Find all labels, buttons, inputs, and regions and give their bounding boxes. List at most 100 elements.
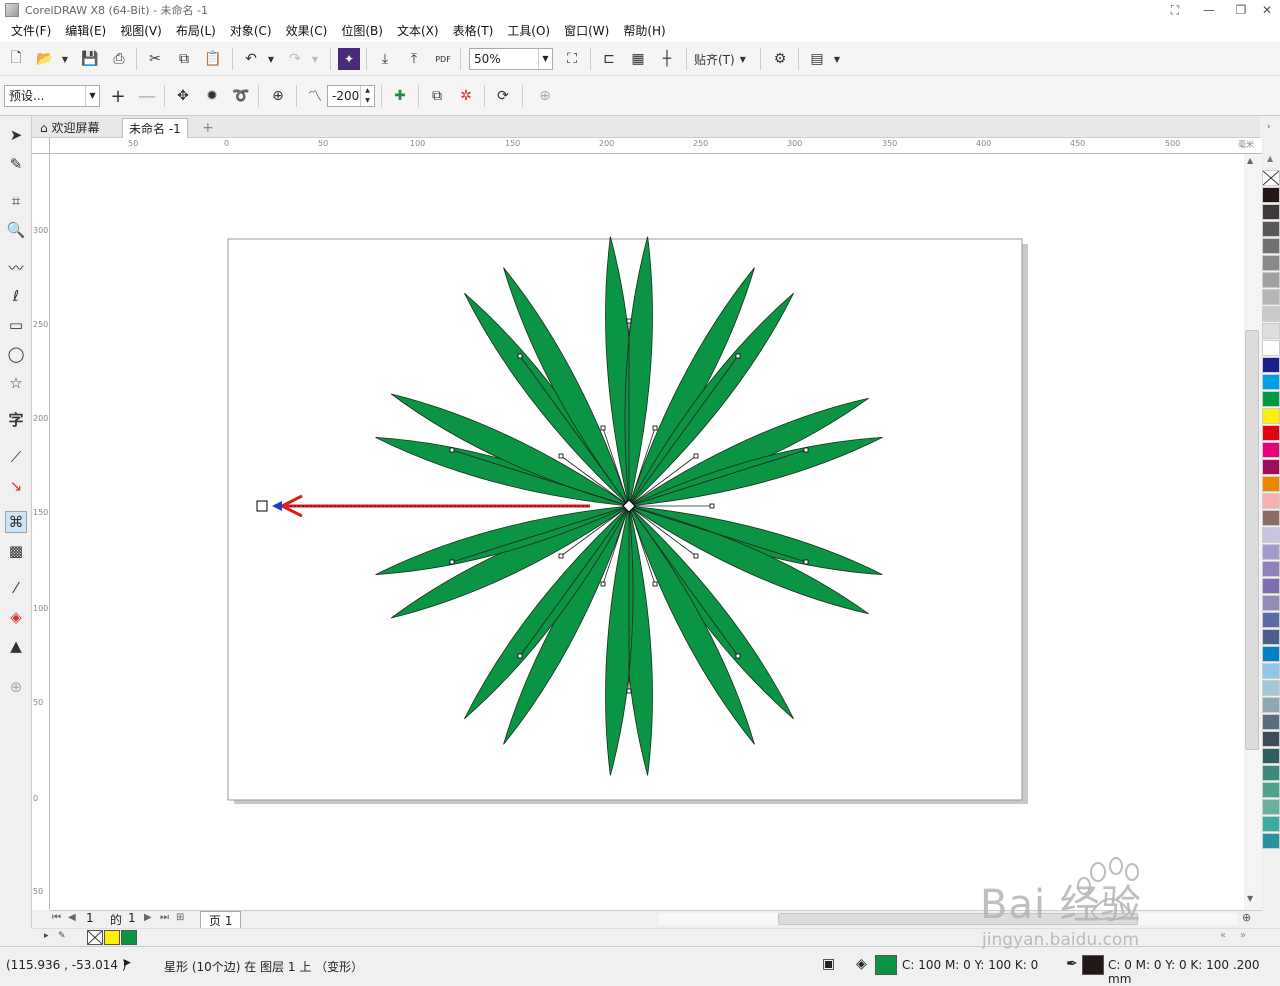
undo-icon[interactable]: ↶	[240, 48, 262, 70]
palette-swatch[interactable]	[1262, 612, 1280, 628]
show-rulers-icon[interactable]: ⊏	[598, 48, 620, 70]
palette-swatch[interactable]	[1262, 187, 1280, 203]
control-node[interactable]	[600, 425, 606, 431]
cut-icon[interactable]: ✂	[144, 48, 166, 70]
menu-layout[interactable]: 布局(L)	[169, 20, 223, 42]
palette-swatch[interactable]	[1262, 493, 1280, 509]
freehand-tool-icon[interactable]: 〰	[5, 256, 27, 278]
palette-swatch[interactable]	[1262, 374, 1280, 390]
palette-swatch[interactable]	[1262, 799, 1280, 815]
control-node[interactable]	[803, 447, 809, 453]
new-document-icon[interactable]: 🗋	[5, 48, 27, 70]
palette-swatch[interactable]	[1262, 238, 1280, 254]
control-node[interactable]	[449, 447, 455, 453]
next-page-icon[interactable]: ▶	[144, 912, 152, 923]
zipper-distortion-icon[interactable]: ✹	[201, 85, 223, 107]
green-swatch[interactable]	[121, 930, 137, 945]
connector-tool-icon[interactable]: ↘	[5, 475, 27, 497]
distortion-start-handle[interactable]	[256, 500, 268, 512]
launcher-dropdown-icon[interactable]: ▼	[826, 48, 848, 70]
control-node[interactable]	[517, 353, 523, 359]
twister-distortion-icon[interactable]: ➰	[230, 85, 252, 107]
polygon-tool-icon[interactable]: ☆	[5, 372, 27, 394]
tab-document[interactable]: 未命名 -1	[122, 118, 188, 138]
eyedropper-tool-icon[interactable]: ⁄	[5, 577, 27, 599]
open-dropdown-icon[interactable]: ▼	[54, 48, 76, 70]
full-screen-icon[interactable]: ⛶	[561, 48, 583, 70]
application-launcher-icon[interactable]: ▤	[806, 48, 828, 70]
distort-tool-icon[interactable]: ⌘	[5, 511, 27, 533]
menu-edit[interactable]: 编辑(E)	[58, 20, 113, 42]
search-content-icon[interactable]: ✦	[338, 48, 360, 70]
publish-pdf-icon[interactable]: PDF	[432, 48, 454, 70]
add-new-distortion-icon[interactable]: ✚	[389, 85, 411, 107]
prev-page-icon[interactable]: ◀	[68, 912, 76, 923]
palette-swatch[interactable]	[1262, 442, 1280, 458]
tab-welcome-screen[interactable]: ⌂ 欢迎屏幕	[34, 118, 105, 138]
save-icon[interactable]: 💾	[79, 48, 101, 70]
control-node[interactable]	[600, 581, 606, 587]
copy-distortion-icon[interactable]: ⧉	[426, 85, 448, 107]
quick-customize-icon[interactable]: ⊕	[5, 676, 27, 698]
palette-swatch[interactable]	[1262, 425, 1280, 441]
shape-tool-icon[interactable]: ✎	[5, 153, 27, 175]
ellipse-tool-icon[interactable]: ◯	[5, 343, 27, 365]
control-node[interactable]	[735, 353, 741, 359]
artistic-media-icon[interactable]: ℓ	[5, 285, 27, 307]
horizontal-scrollbar[interactable]	[658, 913, 1238, 925]
outline-color-swatch[interactable]	[1082, 955, 1104, 975]
palette-swatch[interactable]	[1262, 731, 1280, 747]
copy-icon[interactable]: ⧉	[173, 48, 195, 70]
vertical-scroll-thumb[interactable]	[1245, 330, 1259, 750]
control-node[interactable]	[558, 553, 564, 559]
menu-effects[interactable]: 效果(C)	[279, 20, 335, 42]
horizontal-scroll-thumb[interactable]	[778, 913, 1138, 925]
show-grid-icon[interactable]: ▦	[627, 48, 649, 70]
palette-swatch[interactable]	[1262, 544, 1280, 560]
palette-swatch[interactable]	[1262, 221, 1280, 237]
center-distortion-icon[interactable]: ⊕	[267, 85, 289, 107]
text-tool-icon[interactable]: 字	[5, 408, 27, 430]
eyedropper-icon[interactable]: ✎	[58, 931, 66, 941]
add-preset-icon[interactable]: +	[107, 85, 129, 107]
palette-swatch[interactable]	[1262, 629, 1280, 645]
options-gear-icon[interactable]: ⚙	[769, 48, 791, 70]
control-node[interactable]	[803, 559, 809, 565]
menu-window[interactable]: 窗口(W)	[557, 20, 616, 42]
minimize-button[interactable]: —	[1194, 0, 1224, 20]
palette-arrow-icon[interactable]: ▸	[44, 931, 49, 941]
palette-swatch[interactable]	[1262, 510, 1280, 526]
menu-text[interactable]: 文本(X)	[390, 20, 446, 42]
fill-color-swatch[interactable]	[875, 955, 897, 975]
control-node[interactable]	[626, 318, 632, 324]
palette-swatch[interactable]	[1262, 782, 1280, 798]
palette-swatch[interactable]	[1262, 561, 1280, 577]
paste-icon[interactable]: 📋	[202, 48, 224, 70]
palette-swatch[interactable]	[1262, 476, 1280, 492]
menu-view[interactable]: 视图(V)	[113, 20, 169, 42]
smart-fill-icon[interactable]: ▲	[5, 635, 27, 657]
palette-swatch[interactable]	[1262, 306, 1280, 322]
last-page-icon[interactable]: ⏭	[160, 912, 169, 923]
transparency-tool-icon[interactable]: ▩	[5, 540, 27, 562]
redo-dropdown-icon[interactable]: ▼	[304, 48, 326, 70]
vertical-ruler[interactable]: 300 250 200 150 100 50 0 50	[32, 154, 50, 910]
expand-docker-icon[interactable]: ›	[1267, 122, 1271, 132]
zoom-magnifier-icon[interactable]: ⊕	[1242, 911, 1251, 924]
control-node[interactable]	[735, 653, 741, 659]
yellow-swatch[interactable]	[104, 930, 120, 945]
zoom-level-dropdown[interactable]: 50% ▼	[469, 48, 553, 70]
menu-help[interactable]: 帮助(H)	[616, 20, 672, 42]
clear-distortion-icon[interactable]: ✲	[455, 85, 477, 107]
frames-icon[interactable]: ⟳	[492, 85, 514, 107]
pick-tool-icon[interactable]: ➤	[5, 124, 27, 146]
menu-object[interactable]: 对象(C)	[223, 20, 279, 42]
snap-to-dropdown[interactable]: 贴齐(T) ▼	[694, 48, 754, 70]
palette-swatch[interactable]	[1262, 289, 1280, 305]
palette-swatch[interactable]	[1262, 578, 1280, 594]
zoom-tool-icon[interactable]: 🔍	[5, 219, 27, 241]
push-pull-distortion-icon[interactable]: ✥	[172, 85, 194, 107]
palette-swatch[interactable]	[1262, 833, 1280, 849]
palette-swatch[interactable]	[1262, 272, 1280, 288]
palette-swatch[interactable]	[1262, 765, 1280, 781]
